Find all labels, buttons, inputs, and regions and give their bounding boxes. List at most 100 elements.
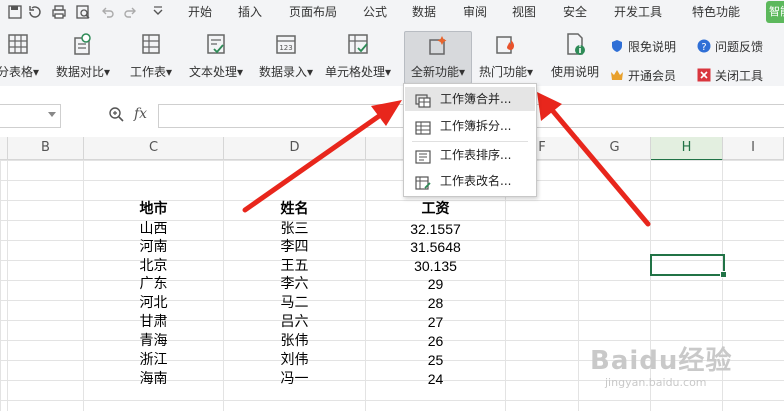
new-features-button[interactable]: 全新功能▾ — [404, 31, 472, 84]
table-cell[interactable]: 李六 — [224, 274, 365, 294]
worksheet-button[interactable]: 工作表▾ — [125, 28, 177, 84]
formula-bar: fx — [0, 86, 784, 136]
column-header-h[interactable]: H — [651, 137, 723, 161]
usage-guide-button[interactable]: 使用说明 — [547, 28, 603, 84]
menu-insert[interactable]: 插入 — [238, 3, 262, 20]
header-name[interactable]: 姓名 — [224, 199, 365, 219]
column-header-g[interactable]: G — [579, 137, 651, 160]
text-processing-label: 文本处理 — [188, 65, 237, 79]
undo-history-icon[interactable] — [27, 4, 43, 20]
compare-icon — [71, 32, 95, 56]
limit-free-label: 限免说明 — [628, 40, 677, 54]
hot-features-label: 热门功能 — [478, 65, 527, 79]
chevron-down-icon: ▾ — [165, 65, 173, 79]
table-cell[interactable]: 28 — [366, 293, 505, 313]
save-icon[interactable] — [7, 4, 23, 20]
header-city[interactable]: 地市 — [84, 199, 223, 219]
column-header-d[interactable]: D — [224, 137, 366, 160]
table-cell[interactable]: 32.1557 — [366, 219, 505, 239]
redo-icon[interactable] — [122, 4, 138, 20]
table-cell[interactable]: 26 — [366, 331, 505, 351]
rename-icon — [415, 174, 431, 190]
table-cell[interactable]: 王五 — [224, 256, 365, 276]
column-header-c[interactable]: C — [84, 137, 224, 160]
shield-icon — [610, 39, 624, 53]
menu-item-merge-workbooks[interactable]: 工作簿合并... — [405, 87, 535, 111]
column-header-b[interactable]: B — [8, 137, 84, 160]
sort-icon — [415, 148, 431, 164]
data-compare-button[interactable]: 数据对比▾ — [52, 28, 114, 84]
menu-view[interactable]: 视图 — [512, 3, 536, 20]
split-table-label: 分表格 — [0, 65, 33, 79]
column-header-i[interactable]: I — [723, 137, 784, 160]
name-box[interactable] — [0, 104, 61, 128]
table-cell[interactable]: 浙江 — [84, 350, 223, 370]
menu-formulas[interactable]: 公式 — [363, 3, 387, 20]
table-cell[interactable]: 冯一 — [224, 369, 365, 389]
table-cell[interactable]: 31.5648 — [366, 237, 505, 257]
open-member-button[interactable]: 开通会员 — [610, 67, 676, 87]
feedback-button[interactable]: ? 问题反馈 — [697, 38, 763, 58]
new-features-dropdown: 工作簿合并... 工作簿拆分... 工作表排序... 工作表改名... — [403, 83, 537, 197]
table-cell[interactable]: 广东 — [84, 274, 223, 294]
data-compare-label: 数据对比 — [55, 65, 104, 79]
usage-guide-label: 使用说明 — [550, 65, 599, 79]
chevron-down-icon: ▾ — [103, 65, 111, 79]
close-tool-button[interactable]: 关闭工具 — [697, 67, 763, 87]
menu-review[interactable]: 审阅 — [463, 3, 487, 20]
table-cell[interactable]: 刘伟 — [224, 350, 365, 370]
menu-item-label: 工作簿合并... — [440, 92, 512, 106]
menu-data[interactable]: 数据 — [412, 3, 436, 20]
table-cell[interactable]: 北京 — [84, 256, 223, 276]
table-cell[interactable]: 吕六 — [224, 312, 365, 332]
menu-page-layout[interactable]: 页面布局 — [289, 3, 337, 20]
header-salary[interactable]: 工资 — [366, 199, 505, 219]
table-cell[interactable]: 甘肃 — [84, 312, 223, 332]
limit-free-button[interactable]: 限免说明 — [610, 38, 676, 58]
table-cell[interactable]: 24 — [366, 369, 505, 389]
feedback-label: 问题反馈 — [715, 40, 764, 54]
chevron-down-icon: ▾ — [32, 65, 40, 79]
table-cell[interactable]: 山西 — [84, 219, 223, 239]
table-cell[interactable]: 海南 — [84, 369, 223, 389]
menu-features[interactable]: 特色功能 — [692, 3, 740, 20]
menu-smart[interactable]: 智能 — [766, 1, 784, 23]
table-cell[interactable]: 河南 — [84, 237, 223, 257]
table-cell[interactable]: 30.135 — [366, 256, 505, 276]
table-cell[interactable]: 马二 — [224, 293, 365, 313]
table-cell[interactable]: 张伟 — [224, 331, 365, 351]
watermark-brand: Baidu经验 — [590, 346, 733, 376]
chevron-down-icon[interactable] — [48, 112, 56, 117]
menu-home[interactable]: 开始 — [188, 3, 212, 20]
menu-developer[interactable]: 开发工具 — [614, 3, 662, 20]
menu-item-label: 工作表改名... — [440, 174, 512, 188]
print-preview-icon[interactable] — [75, 4, 91, 20]
selected-cell-h[interactable] — [650, 254, 727, 278]
table-cell[interactable]: 25 — [366, 350, 505, 370]
menu-security[interactable]: 安全 — [563, 3, 587, 20]
cell-processing-button[interactable]: 单元格处理▾ — [322, 28, 394, 84]
data-entry-button[interactable]: 123 数据录入▾ — [253, 28, 319, 84]
undo-icon[interactable] — [100, 4, 116, 20]
table-cell[interactable]: 27 — [366, 312, 505, 332]
fill-handle[interactable] — [720, 271, 727, 278]
function-icon[interactable]: fx — [134, 106, 147, 122]
table-cell[interactable]: 29 — [366, 274, 505, 294]
split-table-button[interactable]: 分表格▾ — [0, 28, 44, 84]
table-cell[interactable]: 河北 — [84, 293, 223, 313]
text-processing-button[interactable]: 文本处理▾ — [183, 28, 249, 84]
print-icon[interactable] — [51, 4, 67, 20]
hot-features-button[interactable]: 热门功能▾ — [474, 28, 538, 84]
table-cell[interactable]: 李四 — [224, 237, 365, 257]
cell-check-icon — [346, 32, 370, 56]
table-cell[interactable]: 张三 — [224, 219, 365, 239]
table-cell[interactable]: 青海 — [84, 331, 223, 351]
menu-item-sort-sheets[interactable]: 工作表排序... — [405, 143, 535, 167]
customize-chevron-icon[interactable] — [150, 4, 166, 20]
chevron-down-icon: ▾ — [526, 65, 534, 79]
column-header-a[interactable] — [0, 137, 8, 160]
menu-item-rename-sheets[interactable]: 工作表改名... — [405, 169, 535, 193]
menu-bar: 开始 插入 页面布局 公式 数据 审阅 视图 安全 开发工具 特色功能 智能 — [0, 0, 784, 24]
menu-item-split-workbook[interactable]: 工作簿拆分... — [405, 114, 535, 138]
zoom-icon[interactable] — [108, 106, 124, 122]
